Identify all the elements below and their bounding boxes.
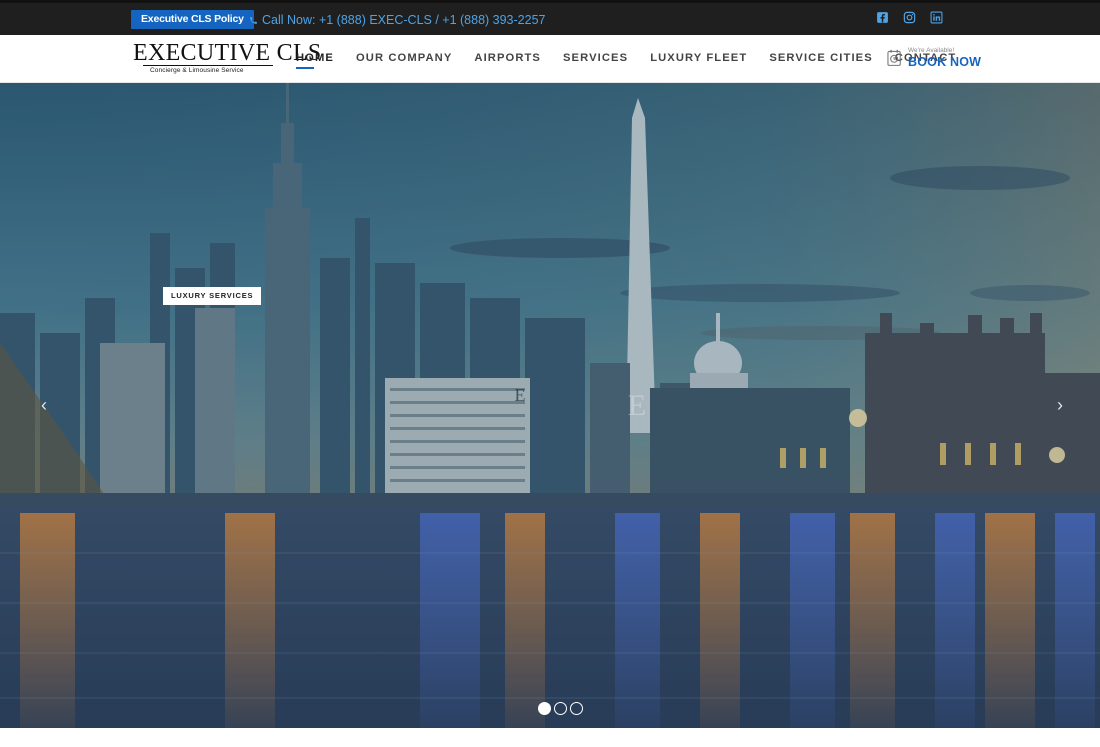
availability-note: We're Available! [908, 47, 955, 54]
city-skyline-image: E E [0, 83, 1100, 728]
slide-dot-1[interactable] [538, 702, 551, 715]
call-now-text[interactable]: Call Now: +1 (888) EXEC-CLS / +1 (888) 3… [262, 9, 545, 31]
nav-item-luxury-fleet[interactable]: LUXURY FLEET [650, 35, 747, 83]
book-now-button[interactable]: We're Available! BOOK NOW [886, 43, 981, 73]
chevron-right-icon[interactable]: › [1050, 393, 1070, 417]
facebook-icon[interactable] [876, 11, 889, 24]
logo-subtitle: Concierge & Limousine Service [150, 67, 244, 74]
nav-item-our-company[interactable]: OUR COMPANY [356, 35, 452, 83]
booking-clock-icon [886, 49, 903, 67]
page-content-start [0, 728, 1100, 747]
book-now-label[interactable]: BOOK NOW [908, 55, 981, 69]
nav-item-service-cities[interactable]: SERVICE CITIES [769, 35, 872, 83]
social-links [876, 11, 943, 24]
logo-title: EXECUTIVE CLS [133, 40, 322, 66]
phone-icon [250, 16, 257, 24]
nav-item-home[interactable]: HOME [296, 35, 334, 83]
top-bar: Executive CLS Policy Call Now: +1 (888) … [0, 0, 1100, 35]
chevron-left-icon[interactable]: ‹ [34, 393, 54, 417]
nav-item-services[interactable]: SERVICES [563, 35, 628, 83]
linkedin-icon[interactable] [930, 11, 943, 24]
slide-dot-2[interactable] [554, 702, 567, 715]
nav-item-airports[interactable]: AIRPORTS [474, 35, 541, 83]
book-now-text: We're Available! BOOK NOW [908, 47, 981, 69]
hero-slider: E E LUXURY SERVICES ‹ › [0, 83, 1100, 728]
call-now-link[interactable]: Call Now: +1 (888) EXEC-CLS / +1 (888) 3… [249, 9, 545, 31]
logo-divider [143, 65, 273, 66]
primary-nav: HOME OUR COMPANY AIRPORTS SERVICES LUXUR… [296, 35, 978, 83]
luxury-services-badge: LUXURY SERVICES [163, 287, 262, 305]
slider-pagination [538, 702, 583, 715]
site-logo[interactable]: EXECUTIVE CLS Concierge & Limousine Serv… [133, 40, 322, 77]
policy-button[interactable]: Executive CLS Policy [131, 10, 254, 29]
main-navbar: EXECUTIVE CLS Concierge & Limousine Serv… [0, 35, 1100, 83]
slide-dot-3[interactable] [570, 702, 583, 715]
instagram-icon[interactable] [903, 11, 916, 24]
